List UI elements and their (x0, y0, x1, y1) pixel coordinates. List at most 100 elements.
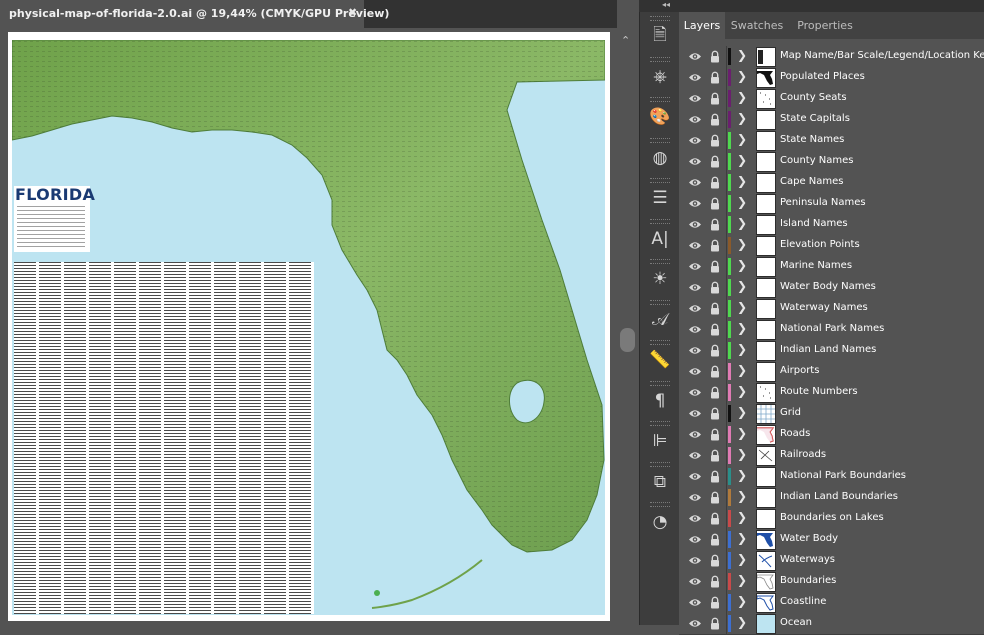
layer-name[interactable]: Roads (780, 428, 810, 439)
layer-name[interactable]: Island Names (780, 218, 848, 229)
expand-chevron-icon[interactable]: ❯ (737, 216, 747, 230)
lock-icon[interactable] (710, 386, 720, 399)
layer-row[interactable]: ❯ State Names (679, 130, 984, 152)
vertical-scrollbar[interactable]: ⌃ (617, 28, 639, 625)
layer-name[interactable]: Waterway Names (780, 302, 868, 313)
lock-icon[interactable] (710, 617, 720, 630)
visibility-eye-icon[interactable] (688, 281, 702, 294)
panel-grip[interactable] (650, 299, 670, 305)
layer-row[interactable]: ❯ County Names (679, 151, 984, 173)
expand-chevron-icon[interactable]: ❯ (737, 342, 747, 356)
layer-row[interactable]: ❯ Marine Names (679, 256, 984, 278)
layer-name[interactable]: Boundaries (780, 575, 836, 586)
character-icon[interactable]: A| (646, 225, 674, 253)
layer-row[interactable]: ❯ Indian Land Boundaries (679, 487, 984, 509)
lock-icon[interactable] (710, 92, 720, 105)
panel-grip[interactable] (650, 218, 670, 224)
layer-name[interactable]: Coastline (780, 596, 826, 607)
layer-row[interactable]: ❯ Indian Land Names (679, 340, 984, 362)
layer-name[interactable]: Waterways (780, 554, 835, 565)
layer-name[interactable]: Water Body Names (780, 281, 876, 292)
expand-chevron-icon[interactable]: ❯ (737, 132, 747, 146)
layer-row[interactable]: ❯ Elevation Points (679, 235, 984, 257)
layer-row[interactable]: ❯ National Park Names (679, 319, 984, 341)
expand-chevron-icon[interactable]: ❯ (737, 48, 747, 62)
stroke-icon[interactable]: ☰ (646, 184, 674, 212)
expand-chevron-icon[interactable]: ❯ (737, 90, 747, 104)
tab-layers[interactable]: Layers (679, 12, 725, 39)
visibility-eye-icon[interactable] (688, 239, 702, 252)
layer-name[interactable]: Map Name/Bar Scale/Legend/Location Key (780, 50, 984, 61)
panel-grip[interactable] (650, 178, 670, 183)
panel-grip[interactable] (650, 421, 670, 426)
lock-icon[interactable] (710, 50, 720, 63)
close-icon[interactable]: ✖ (348, 6, 357, 19)
layer-name[interactable]: Peninsula Names (780, 197, 866, 208)
layer-row[interactable]: ❯ Grid (679, 403, 984, 425)
expand-chevron-icon[interactable]: ❯ (737, 195, 747, 209)
layer-name[interactable]: Elevation Points (780, 239, 860, 250)
lock-icon[interactable] (710, 554, 720, 567)
layer-row[interactable]: ❯ Waterways (679, 550, 984, 572)
lock-icon[interactable] (710, 449, 720, 462)
lock-icon[interactable] (710, 197, 720, 210)
layer-name[interactable]: Water Body (780, 533, 838, 544)
layer-row[interactable]: ❯ Water Body (679, 529, 984, 551)
expand-chevron-icon[interactable]: ❯ (737, 405, 747, 419)
layer-name[interactable]: Indian Land Boundaries (780, 491, 898, 502)
expand-chevron-icon[interactable]: ❯ (737, 468, 747, 482)
expand-chevron-icon[interactable]: ❯ (737, 69, 747, 83)
lock-icon[interactable] (710, 176, 720, 189)
align-icon[interactable]: ⊫ (646, 427, 674, 455)
layer-row[interactable]: ❯ County Seats (679, 88, 984, 110)
visibility-eye-icon[interactable] (688, 617, 702, 630)
layer-row[interactable]: ❯ Coastline (679, 592, 984, 614)
visibility-eye-icon[interactable] (688, 428, 702, 441)
lock-icon[interactable] (710, 155, 720, 168)
visibility-eye-icon[interactable] (688, 407, 702, 420)
ruler-icon[interactable]: 📏 (646, 346, 674, 374)
layer-row[interactable]: ❯ National Park Boundaries (679, 466, 984, 488)
expand-chevron-icon[interactable]: ❯ (737, 426, 747, 440)
lock-icon[interactable] (710, 491, 720, 504)
layer-row[interactable]: ❯ Peninsula Names (679, 193, 984, 215)
tab-swatches[interactable]: Swatches (725, 12, 789, 39)
brightness-icon[interactable]: ☀ (646, 265, 674, 293)
panel-grip[interactable] (650, 340, 670, 345)
expand-chevron-icon[interactable]: ❯ (737, 111, 747, 125)
document-info-icon[interactable]: 🗎 (646, 22, 674, 50)
lock-icon[interactable] (710, 533, 720, 546)
layer-row[interactable]: ❯ Populated Places (679, 67, 984, 89)
lock-icon[interactable] (710, 365, 720, 378)
panel-grip[interactable] (650, 16, 670, 21)
expand-chevron-icon[interactable]: ❯ (737, 594, 747, 608)
visibility-eye-icon[interactable] (688, 113, 702, 126)
lock-icon[interactable] (710, 596, 720, 609)
layer-name[interactable]: Airports (780, 365, 819, 376)
expand-chevron-icon[interactable]: ❯ (737, 300, 747, 314)
layer-row[interactable]: ❯ State Capitals (679, 109, 984, 131)
layer-name[interactable]: Boundaries on Lakes (780, 512, 884, 523)
scroll-thumb[interactable] (620, 328, 635, 352)
visibility-eye-icon[interactable] (688, 323, 702, 336)
visibility-eye-icon[interactable] (688, 155, 702, 168)
lock-icon[interactable] (710, 575, 720, 588)
expand-chevron-icon[interactable]: ❯ (737, 279, 747, 293)
panel-grip[interactable] (650, 461, 670, 467)
collapse-panels-button[interactable]: ◂◂ (639, 0, 679, 12)
expand-chevron-icon[interactable]: ❯ (737, 321, 747, 335)
layer-name[interactable]: County Seats (780, 92, 847, 103)
document-tab[interactable]: physical-map-of-florida-2.0.ai @ 19,44% … (0, 0, 389, 28)
layer-name[interactable]: Ocean (780, 617, 812, 628)
expand-chevron-icon[interactable]: ❯ (737, 615, 747, 629)
layer-row[interactable]: ❯ Boundaries on Lakes (679, 508, 984, 530)
lock-icon[interactable] (710, 239, 720, 252)
visibility-eye-icon[interactable] (688, 575, 702, 588)
expand-chevron-icon[interactable]: ❯ (737, 153, 747, 167)
visibility-eye-icon[interactable] (688, 260, 702, 273)
layer-name[interactable]: State Capitals (780, 113, 850, 124)
layer-row[interactable]: ❯ Roads (679, 424, 984, 446)
visibility-eye-icon[interactable] (688, 302, 702, 315)
visibility-eye-icon[interactable] (688, 512, 702, 525)
layer-row[interactable]: ❯ Boundaries (679, 571, 984, 593)
